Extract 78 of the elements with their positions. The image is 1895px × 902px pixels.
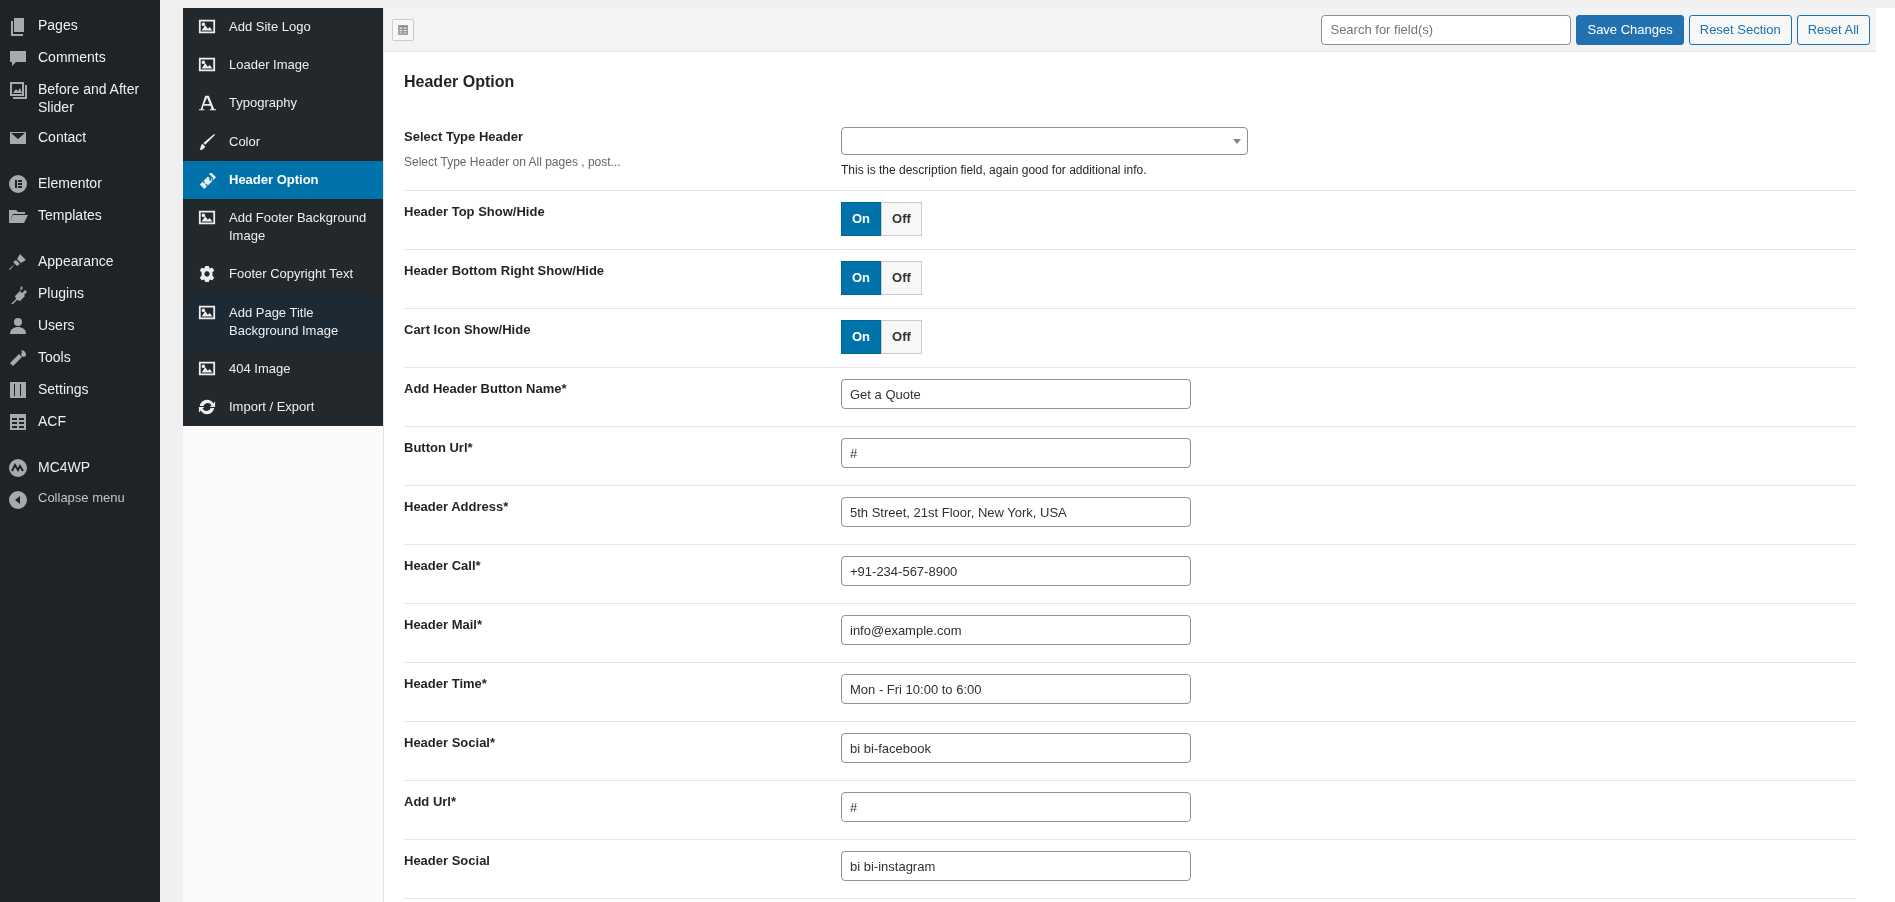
menu-item[interactable]: Collapse menu [38, 490, 125, 508]
images-icon [8, 80, 28, 100]
menu-item[interactable]: ACF [38, 412, 66, 431]
text-field[interactable]: # [841, 792, 1191, 822]
expand-button[interactable] [392, 18, 414, 41]
toggle-off-option[interactable]: Off [881, 320, 922, 354]
image-icon [197, 208, 217, 227]
menu-item[interactable]: Appearance [38, 252, 114, 271]
toolbar-button[interactable]: Reset All [1796, 14, 1870, 45]
field-label: Header Bottom Right Show/Hide [404, 262, 606, 280]
options-menu-item[interactable]: Add Site Logo [229, 18, 311, 37]
field-label: Header Mail* [404, 616, 484, 634]
options-menu-item[interactable]: Color [229, 132, 261, 151]
toggle-on-option[interactable]: On [841, 320, 882, 354]
text-field[interactable]: bi bi-facebook [841, 733, 1191, 763]
collapse-icon [8, 490, 28, 511]
menu-item[interactable]: Settings [38, 380, 89, 399]
gear-icon [197, 265, 217, 284]
options-menu-item[interactable]: Add Footer Background Image [229, 208, 371, 246]
text-field[interactable]: # [841, 438, 1191, 468]
toolbar-button[interactable]: Save Changes [1576, 14, 1684, 45]
chain-link-icon [197, 170, 217, 189]
menu-item[interactable]: Pages [38, 16, 78, 35]
field-label: Cart Icon Show/Hide [404, 321, 532, 339]
field-subtitle: Select Type Header on All pages , post... [404, 153, 622, 171]
toggle-on-option[interactable]: On [841, 261, 882, 295]
field-label: Select Type Header [404, 128, 524, 146]
options-menu-item[interactable]: Loader Image [229, 56, 310, 75]
field-label: Header Social [404, 852, 491, 870]
menu-item[interactable]: MC4WP [38, 458, 91, 477]
field-label: Header Call* [404, 557, 482, 575]
text-field[interactable]: info@example.com [841, 615, 1191, 645]
user-icon [8, 316, 28, 337]
field-label: Header Address* [404, 498, 510, 516]
search-field[interactable]: Search for field(s) [1321, 14, 1572, 45]
brush-icon [197, 132, 217, 151]
panel-icon [397, 23, 409, 36]
options-menu-item[interactable]: 404 Image [229, 359, 291, 379]
toggle-off-option[interactable]: Off [881, 202, 922, 236]
options-menu-item[interactable]: Footer Copyright Text [229, 265, 354, 284]
field-label: Header Social* [404, 734, 497, 752]
text-field[interactable]: Mon - Fri 10:00 to 6:00 [841, 674, 1191, 704]
options-menu-item[interactable]: Typography [229, 94, 297, 113]
field-label: Header Top Show/Hide [404, 203, 546, 221]
speech-bubble-icon [8, 48, 28, 68]
image-icon [197, 359, 217, 378]
field-label: Add Url* [404, 793, 457, 811]
refresh-icon [197, 398, 217, 417]
menu-item[interactable]: Contact [38, 128, 87, 147]
image-icon [197, 303, 217, 322]
options-menu-item[interactable]: Import / Export [229, 398, 315, 417]
toggle-off-option[interactable]: Off [881, 261, 922, 295]
menu-item[interactable]: Elementor [38, 174, 102, 193]
select-dropdown[interactable] [841, 127, 1248, 155]
menu-item[interactable]: Comments [38, 48, 106, 67]
caret-icon [1233, 138, 1241, 144]
text-field[interactable]: bi bi-instagram [841, 851, 1191, 881]
menu-item[interactable]: Users [38, 316, 75, 335]
toolbar-button[interactable]: Reset Section [1688, 14, 1792, 45]
table-icon [8, 412, 28, 433]
image-icon [197, 18, 217, 36]
field-description: This is the description field, again good for additional info. [841, 162, 1148, 179]
text-field[interactable]: 5th Street, 21st Floor, New York, USA [841, 497, 1191, 527]
mc-logo-icon [8, 458, 28, 479]
letter-a-icon [197, 94, 217, 113]
text-field[interactable]: +91-234-567-8900 [841, 556, 1191, 586]
field-label: Button Url* [404, 439, 474, 457]
wrench-icon [8, 348, 28, 369]
menu-item[interactable]: Templates [38, 206, 102, 225]
menu-item[interactable]: Plugins [38, 284, 84, 303]
field-label: Add Header Button Name* [404, 380, 568, 398]
field-label: Header Time* [404, 675, 488, 693]
e-logo-icon [8, 174, 28, 195]
menu-item[interactable]: Tools [38, 348, 71, 367]
text-field[interactable]: Get a Quote [841, 379, 1191, 409]
menu-item[interactable]: Before and After Slider [38, 80, 152, 117]
toggle-on-option[interactable]: On [841, 202, 882, 236]
section-title: Header Option [404, 72, 516, 92]
